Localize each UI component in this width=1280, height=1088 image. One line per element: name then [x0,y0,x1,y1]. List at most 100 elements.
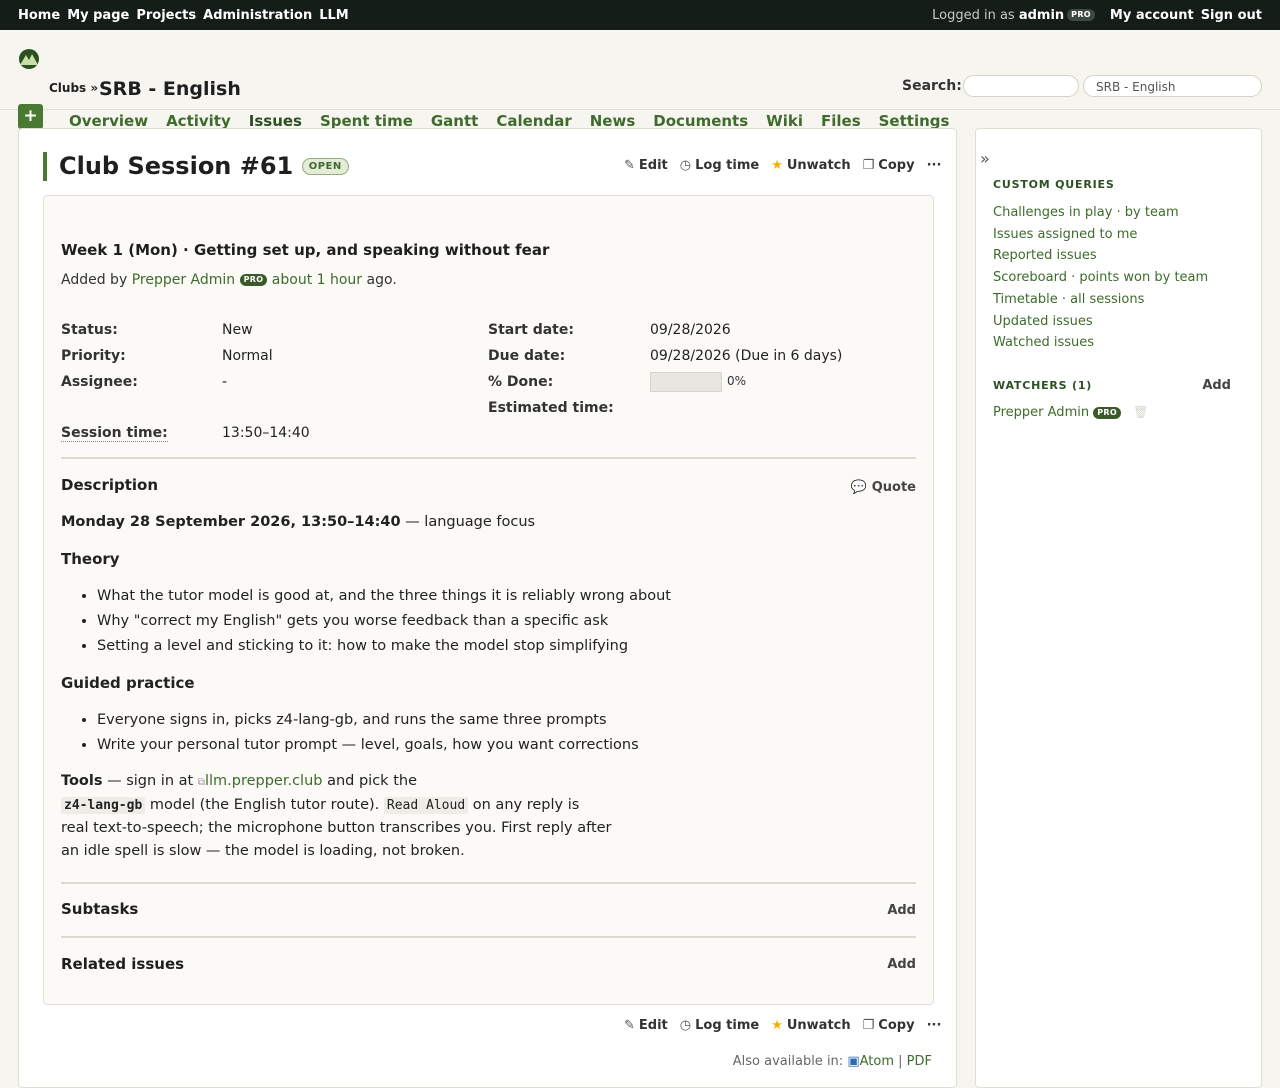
watchers-heading: WATCHERS (1) [993,379,1093,392]
top-menu-links: Home My page Projects Administration LLM [18,8,349,23]
breadcrumb[interactable]: Clubs » [49,81,98,95]
author-link[interactable]: Prepper Admin [132,272,235,288]
query-link[interactable]: Reported issues [993,245,1208,267]
project-jump-select[interactable]: SRB - English [1083,75,1262,97]
collapse-sidebar-icon[interactable]: » [980,149,990,168]
atom-link[interactable]: ▣Atom [847,1054,894,1069]
my-account-link[interactable]: My account [1110,8,1194,23]
time-ago-link[interactable]: about 1 hour [272,272,362,288]
external-link-icon: ⧉ [197,777,205,788]
pencil-icon: ✎ [624,158,635,173]
tools-text-4: on any reply is [468,797,580,813]
list-item: Everyone signs in, picks z4-lang-gb, and… [97,708,921,733]
query-link[interactable]: Timetable · all sessions [993,289,1208,311]
start-date-label: Start date: [488,322,574,338]
quote-button[interactable]: 💬 Quote [851,480,916,495]
status-label: Status: [61,322,118,338]
top-link-administration[interactable]: Administration [203,8,312,23]
issue-actions-bottom: ✎ Edit ◷ Log time ★ Unwatch ❐ Copy ··· [624,1018,941,1033]
add-subtask-button[interactable]: Add [887,903,916,918]
author-pro-badge: PRO [239,274,268,286]
practice-heading: Guided practice [61,674,195,692]
tools-paragraph: Tools — sign in at ⧉llm.prepper.club and… [61,770,921,863]
read-aloud-code: Read Aloud [383,797,469,814]
project-title: SRB - English [99,78,241,100]
log-time-button[interactable]: ◷ Log time [680,158,759,173]
unwatch-label: Unwatch [786,158,851,173]
session-time-value: 13:50–14:40 [222,425,310,441]
assignee-value: - [222,374,228,390]
custom-queries-heading: CUSTOM QUERIES [993,178,1115,191]
watcher-item: Prepper Admin PRO 🗑 [993,405,1148,420]
done-progress-bar [650,372,722,392]
logo-icon[interactable] [18,48,40,70]
unwatch-button[interactable]: ★ Unwatch [771,1018,850,1033]
done-value: 0% [727,374,747,388]
session-date-bold: Monday 28 September 2026, 13:50–14:40 [61,514,401,530]
issue-content: Club Session #61 OPEN ✎ Edit ◷ Log time ★ U… [18,128,957,1088]
related-issues-heading: Related issues [61,955,185,973]
query-link[interactable]: Watched issues [993,332,1208,354]
tools-line-3: real text-to-speech; the microphone butt… [61,820,612,836]
practice-list: Everyone signs in, picks z4-lang-gb, and… [61,708,921,758]
added-by-prefix: Added by [61,272,128,288]
assignee-label: Assignee: [61,374,138,390]
llm-external-link[interactable]: ⧉llm.prepper.club [198,773,323,789]
pdf-link[interactable]: PDF [907,1054,932,1069]
header: Clubs » SRB - English + Search: SRB - En… [0,30,1280,139]
estimated-time-label: Estimated time: [488,400,614,416]
copy-label: Copy [878,158,915,173]
log-time-button[interactable]: ◷ Log time [680,1018,759,1033]
edit-label: Edit [638,158,668,173]
top-link-home[interactable]: Home [18,8,60,23]
top-link-projects[interactable]: Projects [136,8,196,23]
copy-label: Copy [878,1018,915,1033]
new-object-button[interactable]: + [18,104,43,129]
done-label: % Done: [488,374,554,390]
tools-line-4: an idle spell is slow — the model is loa… [61,843,465,859]
add-watcher-button[interactable]: Add [1202,378,1231,393]
edit-button[interactable]: ✎ Edit [624,1018,668,1033]
sign-out-link[interactable]: Sign out [1201,8,1262,23]
top-link-my-page[interactable]: My page [67,8,129,23]
issue-details: Week 1 (Mon) · Getting set up, and speak… [43,195,934,1005]
status-value: New [222,322,253,338]
edit-button[interactable]: ✎ Edit [624,158,668,173]
logged-in-as: Logged in as admin PRO [932,8,1095,23]
divider [61,882,916,884]
description-body: Monday 28 September 2026, 13:50–14:40 — … [61,510,921,863]
quote-label: Quote [871,480,916,495]
atom-link-text: Atom [859,1054,894,1069]
also-available: Also available in: ▣Atom | PDF [733,1054,932,1069]
account-links: Logged in as admin PRO My account Sign ou… [932,8,1262,23]
top-link-llm[interactable]: LLM [319,8,349,23]
model-code: z4-lang-gb [61,797,146,814]
add-related-issue-button[interactable]: Add [887,957,916,972]
log-time-label: Log time [695,158,760,173]
star-icon: ★ [771,1018,783,1033]
priority-value: Normal [222,348,273,364]
query-link[interactable]: Issues assigned to me [993,224,1208,246]
query-link[interactable]: Scoreboard · points won by team [993,267,1208,289]
watcher-link[interactable]: Prepper Admin [993,405,1089,420]
top-menu: Home My page Projects Administration LLM… [0,0,1280,30]
unwatch-button[interactable]: ★ Unwatch [771,158,850,173]
log-time-label: Log time [695,1018,760,1033]
start-date-value: 09/28/2026 [650,322,731,338]
more-actions-button[interactable]: ··· [927,158,942,173]
more-actions-button[interactable]: ··· [927,1018,942,1033]
copy-button[interactable]: ❐ Copy [863,158,915,173]
quote-icon: 💬 [850,480,867,495]
pencil-icon: ✎ [624,1018,635,1033]
feed-icon: ▣ [847,1054,860,1069]
copy-button[interactable]: ❐ Copy [863,1018,915,1033]
search-input[interactable] [963,75,1079,97]
query-link[interactable]: Challenges in play · by team [993,202,1208,224]
clock-icon: ◷ [679,158,692,173]
query-link[interactable]: Updated issues [993,311,1208,333]
trash-icon[interactable]: 🗑 [1133,405,1148,419]
logged-in-user[interactable]: admin [1019,8,1064,23]
watcher-pro-badge: PRO [1093,406,1121,419]
issue-heading: Club Session #61 OPEN [43,152,349,181]
ago-suffix: ago. [366,272,397,288]
